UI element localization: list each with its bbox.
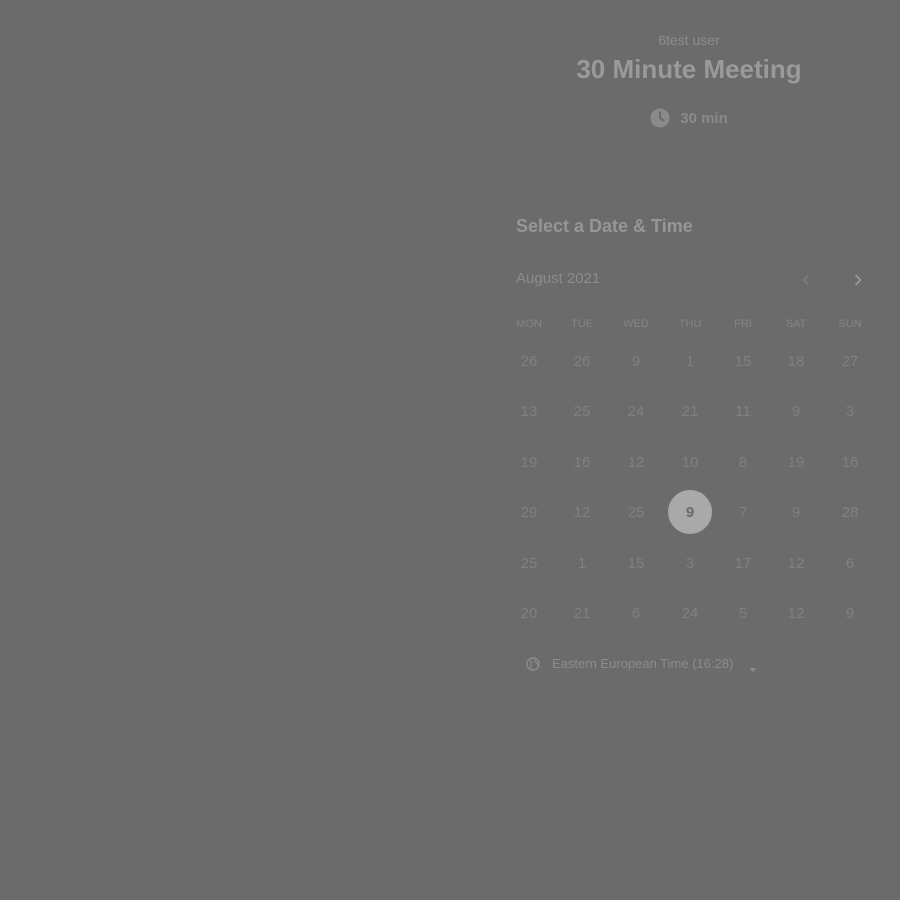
calendar-day: 19 — [520, 453, 538, 471]
section-title: Select a Date & Time — [516, 216, 693, 236]
calendar-day: 12 — [787, 554, 805, 572]
calendar-day: 1 — [685, 352, 695, 370]
calendar-day: 19 — [787, 453, 805, 471]
calendar-day: 18 — [787, 352, 805, 370]
timezone-label: Eastern European Time (16:28) — [552, 656, 734, 671]
calendar-day: 7 — [738, 503, 748, 521]
event-title: 30 Minute Meeting — [576, 54, 802, 84]
clock-icon — [650, 108, 670, 128]
calendar-day: 16 — [841, 453, 859, 471]
calendar-day: 15 — [627, 554, 645, 572]
weekday-fri: FRI — [734, 318, 752, 330]
calendar-day: 16 — [573, 453, 591, 471]
calendar-day: 24 — [627, 402, 645, 420]
weekday-mon: MON — [516, 318, 542, 330]
calendar-day: 25 — [627, 503, 645, 521]
host-name: 6test user — [658, 32, 720, 48]
calendar-day: 5 — [738, 604, 748, 622]
weekday-sun: SUN — [838, 318, 862, 330]
caret-down-icon — [749, 661, 757, 672]
booking-page: 6test user 30 Minute Meeting 30 min Sele… — [0, 0, 900, 900]
globe-icon — [526, 656, 540, 671]
calendar-day: 3 — [845, 402, 855, 420]
chevron-left-icon — [802, 274, 810, 286]
month-label: August 2021 — [516, 270, 601, 287]
calendar-day: 21 — [681, 402, 699, 420]
calendar-day: 12 — [787, 604, 805, 622]
calendar-day: 25 — [520, 554, 538, 572]
calendar-day: 3 — [685, 554, 695, 572]
calendar-day: 21 — [573, 604, 591, 622]
event-duration: 30 min — [516, 108, 862, 128]
calendar-day: 8 — [738, 453, 748, 471]
weekday-wed: WED — [623, 318, 649, 330]
calendar-day: 9 — [631, 352, 641, 370]
calendar-day: 28 — [841, 503, 859, 521]
calendar-day: 25 — [573, 402, 591, 420]
calendar-day: 6 — [631, 604, 641, 622]
weekday-header: MON TUE WED THU FRI SAT SUN — [516, 318, 876, 334]
duration-label: 30 min — [680, 109, 728, 127]
prev-month-button[interactable] — [794, 268, 818, 292]
calendar-day: 26 — [520, 352, 538, 370]
calendar-day: 26 — [573, 352, 591, 370]
month-navigation: August 2021 — [516, 268, 866, 292]
weekday-sat: SAT — [785, 318, 807, 330]
calendar-day: 17 — [734, 554, 752, 572]
calendar-day: 1 — [577, 554, 587, 572]
calendar-day: 11 — [735, 402, 751, 420]
calendar-day: 9 — [845, 604, 855, 622]
weekday-tue: TUE — [571, 318, 593, 330]
timezone-selector[interactable]: Eastern European Time (16:28) — [526, 656, 757, 672]
calendar-day: 6 — [845, 554, 855, 572]
calendar-day: 13 — [520, 402, 538, 420]
next-month-button[interactable] — [846, 268, 870, 292]
calendar-day: 9 — [791, 402, 801, 420]
calendar-day: 10 — [681, 453, 699, 471]
scheduling-panel: 6test user 30 Minute Meeting 30 min Sele… — [516, 0, 876, 900]
calendar-day: 20 — [520, 604, 538, 622]
calendar-day: 12 — [573, 503, 591, 521]
calendar-day: 12 — [627, 453, 645, 471]
calendar-day: 27 — [841, 352, 859, 370]
calendar-day: 29 — [520, 503, 538, 521]
calendar-day: 15 — [734, 352, 752, 370]
calendar-day: 9 — [791, 503, 801, 521]
weekday-thu: THU — [678, 318, 702, 330]
calendar-day: 24 — [681, 604, 699, 622]
calendar-day-selected[interactable]: 9 — [668, 490, 712, 534]
chevron-right-icon — [854, 274, 862, 286]
